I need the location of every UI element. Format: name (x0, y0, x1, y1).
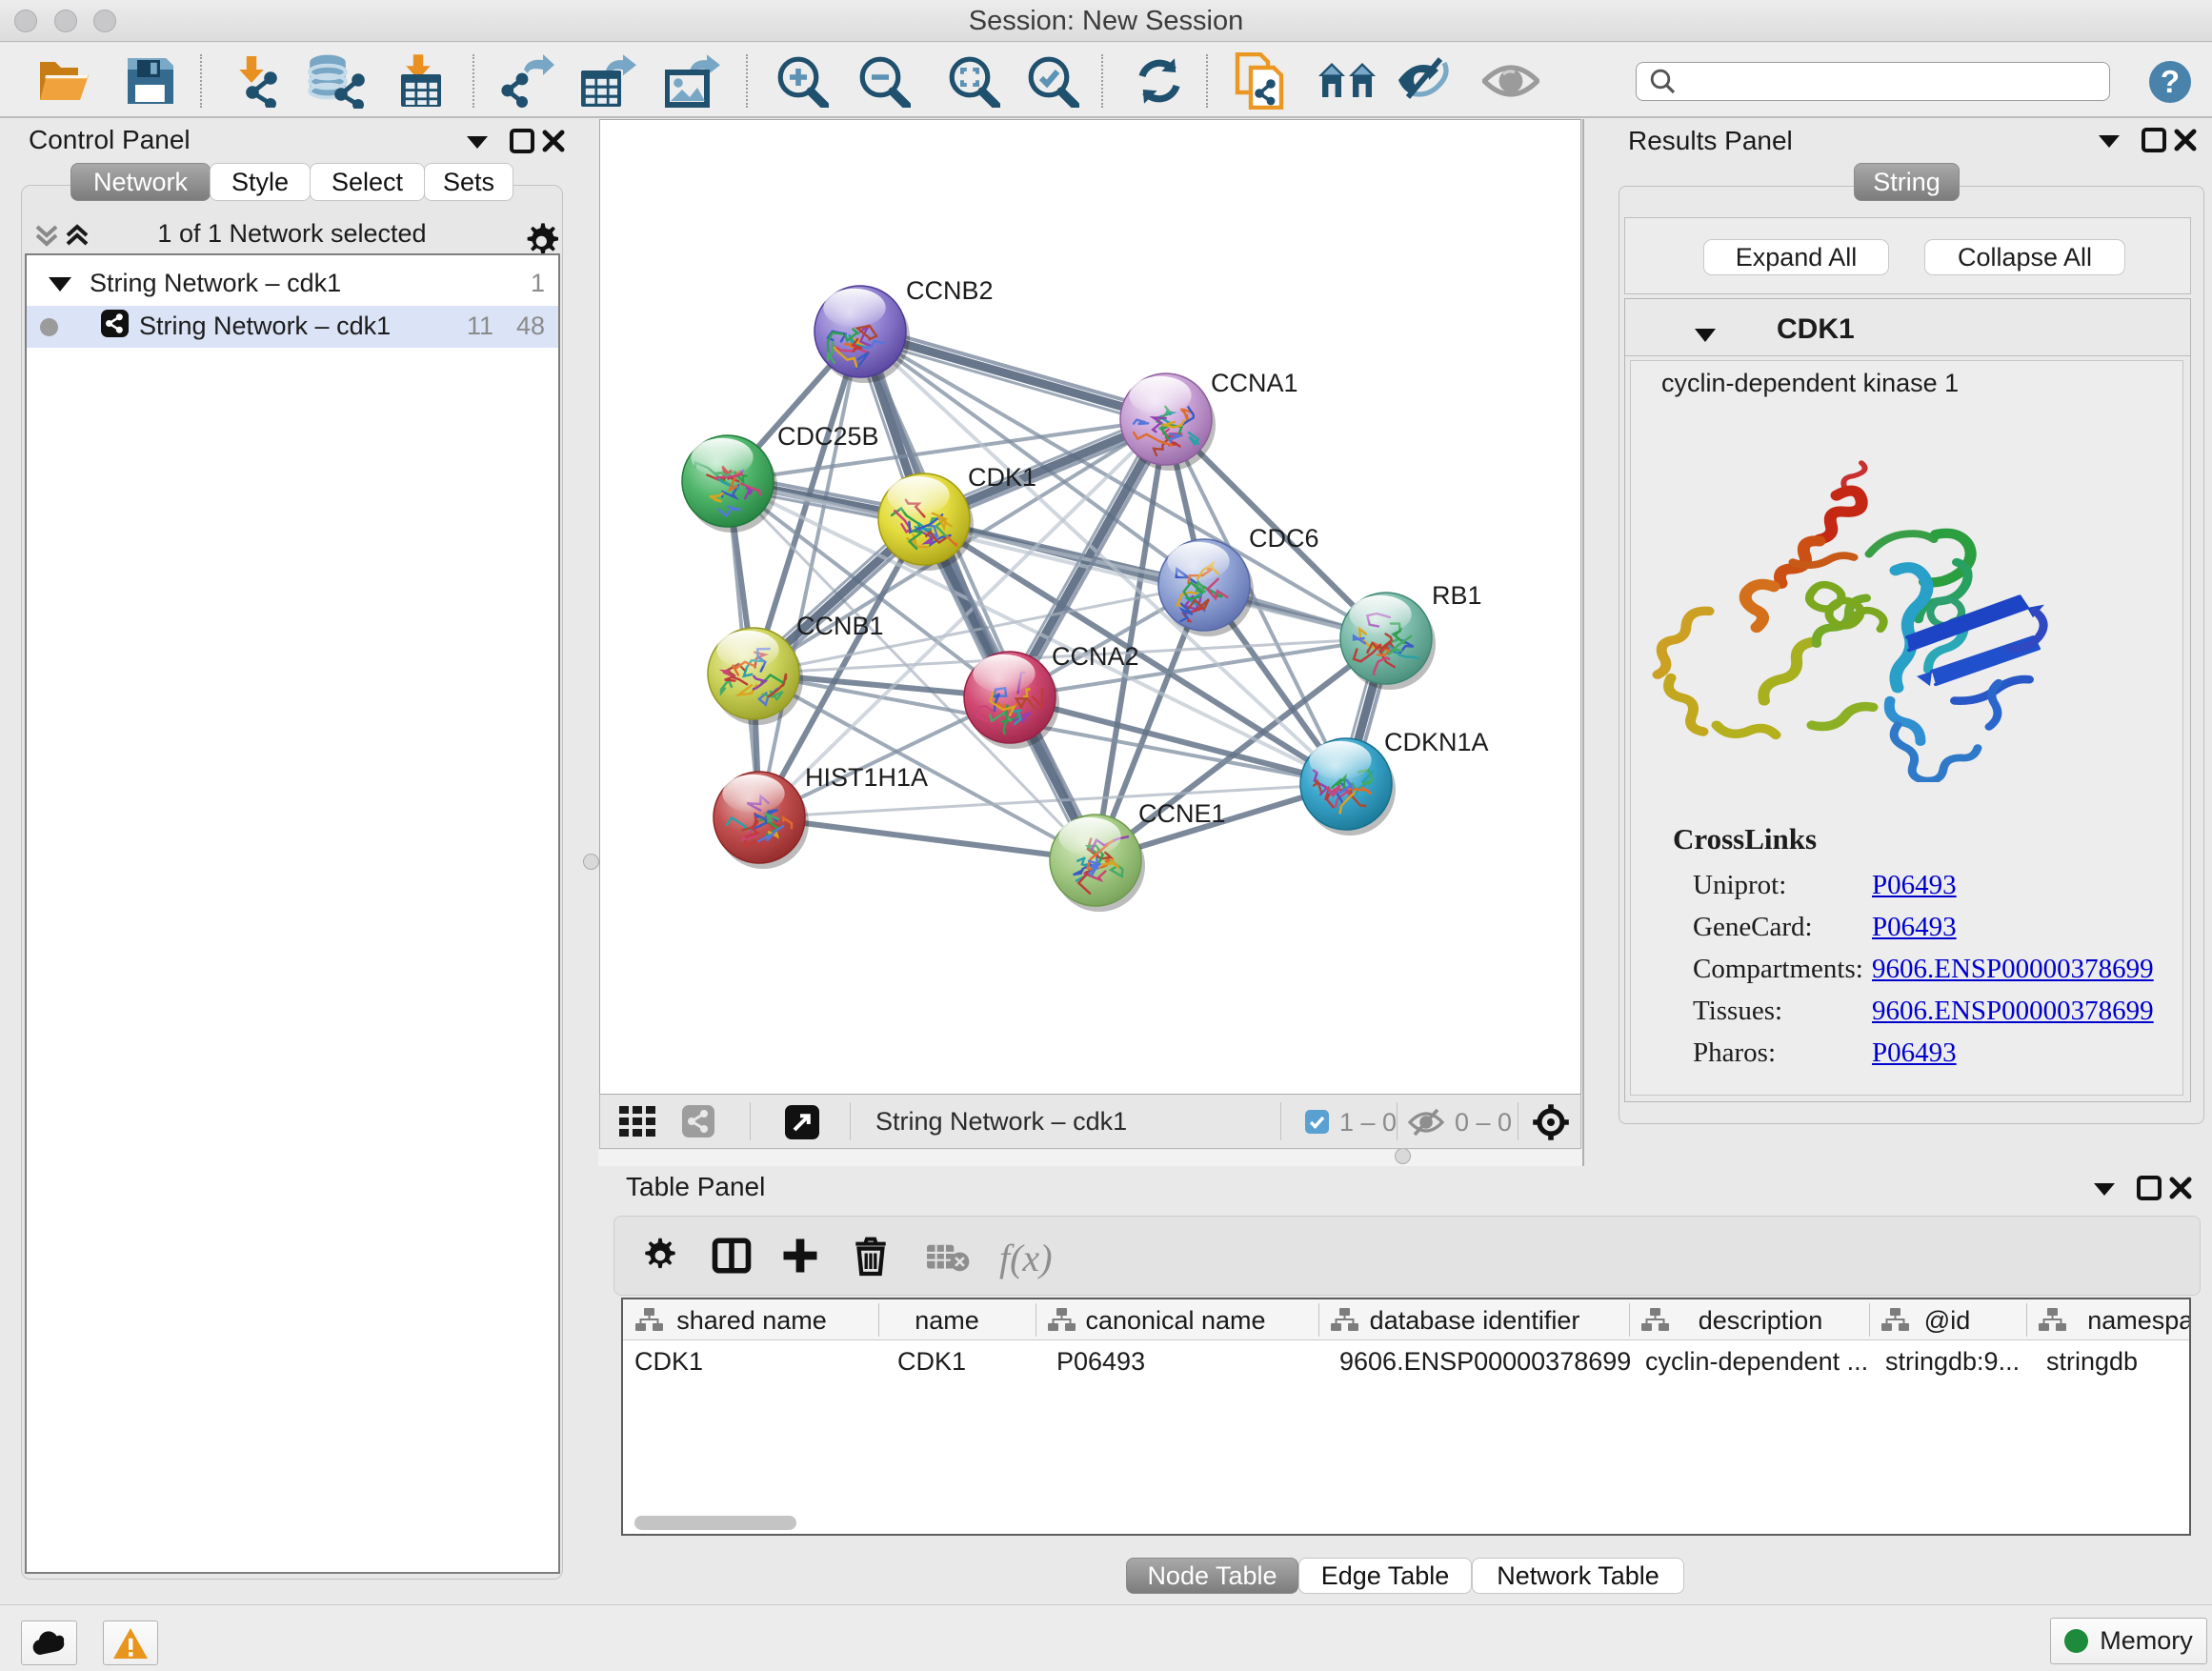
svg-text:CCNA2: CCNA2 (1052, 642, 1139, 671)
svg-text:CDKN1A: CDKN1A (1384, 728, 1489, 756)
svg-text:CCNA1: CCNA1 (1211, 369, 1298, 397)
svg-text:CDC25B: CDC25B (777, 422, 879, 451)
svg-text:CDC6: CDC6 (1249, 524, 1319, 553)
svg-text:CDK1: CDK1 (968, 463, 1036, 492)
svg-text:CCNB1: CCNB1 (796, 612, 884, 640)
svg-text:HIST1H1A: HIST1H1A (805, 763, 928, 792)
svg-text:CCNE1: CCNE1 (1138, 799, 1226, 828)
svg-text:CCNB2: CCNB2 (906, 276, 994, 305)
svg-text:RB1: RB1 (1432, 581, 1482, 610)
